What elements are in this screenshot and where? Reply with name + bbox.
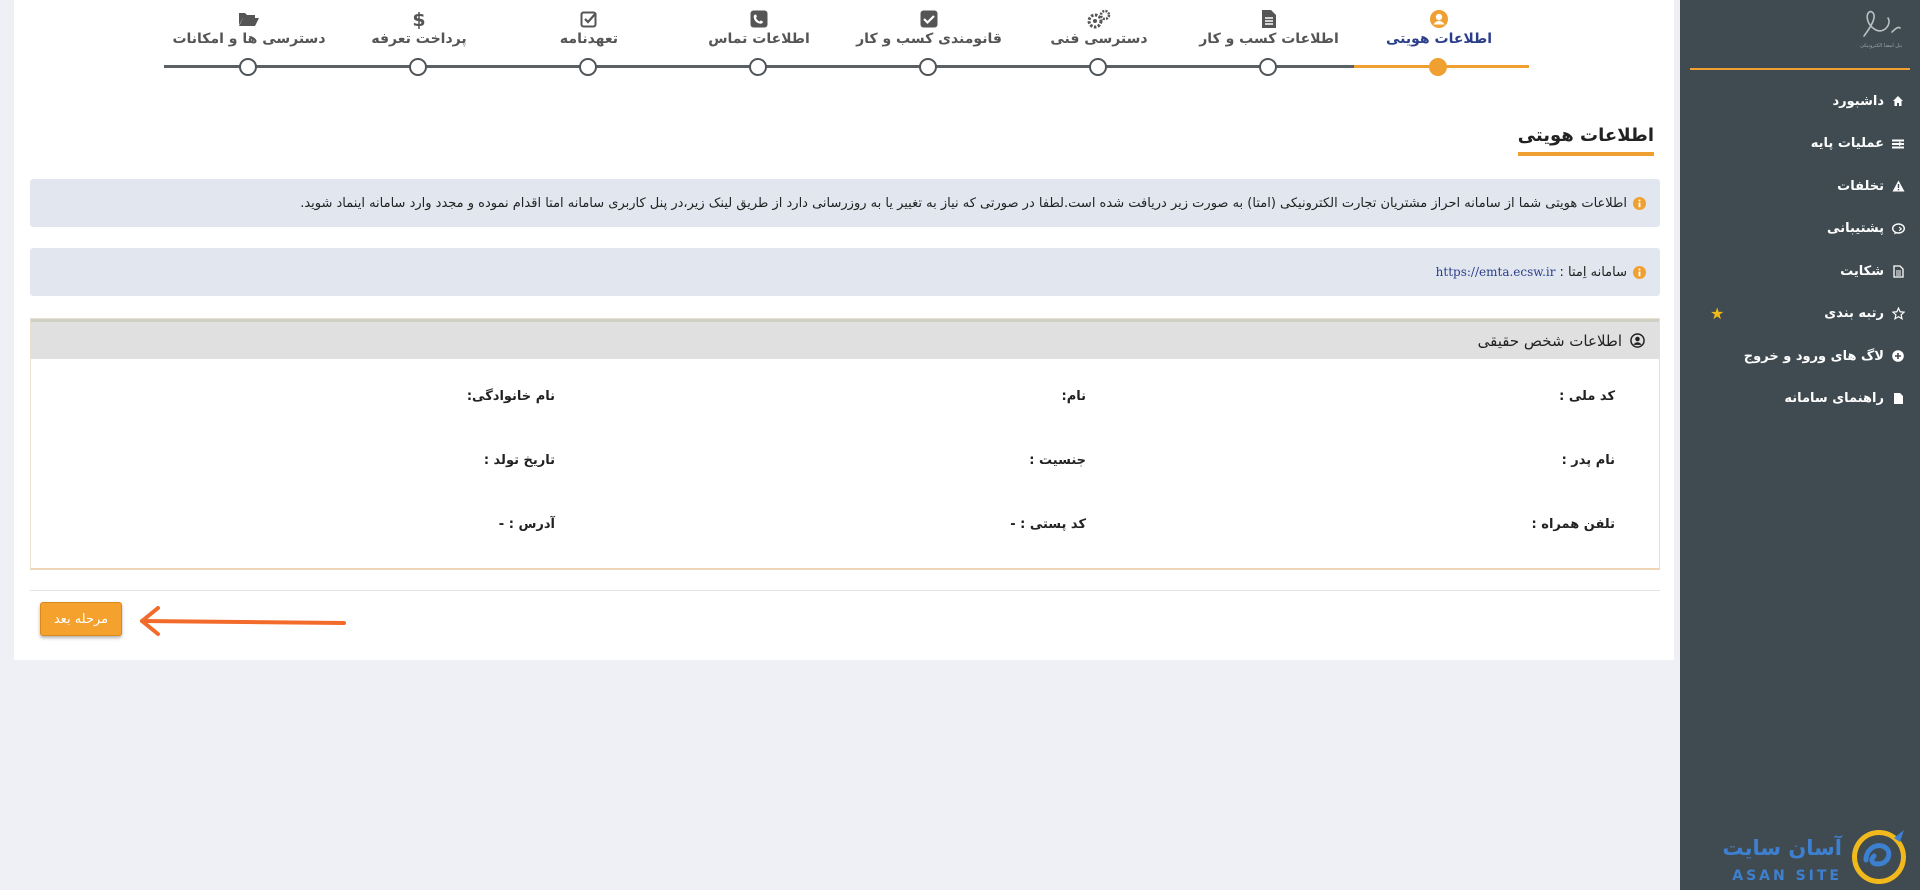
home-icon — [1890, 95, 1906, 107]
step-dot-business-compliance[interactable] — [919, 58, 937, 76]
step-label: قانومندی کسب و کار — [856, 31, 1002, 47]
emta-label: سامانه اِمتا : — [1559, 264, 1627, 280]
step-dot-business-info[interactable] — [1259, 58, 1277, 76]
sidebar-item-dashboard[interactable]: داشبورد — [1680, 80, 1920, 123]
gears-icon — [1014, 8, 1184, 30]
next-step-button[interactable]: مرحله بعد — [40, 602, 122, 636]
birth-date-field: تاریخ تولد : — [483, 453, 555, 468]
step-label: تعهدنامه — [559, 31, 619, 47]
info-alert: اطلاعات هویتی شما از سامانه احراز مشتریا… — [30, 179, 1660, 227]
main-panel: اطلاعات هویتی اطلاعات کسب و کار دسترسی ف… — [14, 0, 1674, 660]
chevron-left-icon: ‹ — [1898, 392, 1903, 406]
postal-code-field: کد پستی : - — [1010, 517, 1086, 532]
sidebar-item-ranking[interactable]: رتبه بندی ★ — [1680, 293, 1920, 336]
file-text-icon — [1184, 8, 1354, 30]
first-name-field: نام: — [1061, 389, 1087, 404]
last-name-field: نام خانوادگی: — [466, 389, 555, 404]
info-icon — [1633, 196, 1646, 210]
pointer-arrow-icon — [140, 606, 346, 636]
sidebar-item-violations[interactable]: تخلفات — [1680, 165, 1920, 208]
national-code-field: کد ملی : — [1559, 389, 1615, 404]
address-field: آدرس : - — [498, 517, 555, 532]
sidebar-item-label: راهنمای سامانه — [1784, 391, 1884, 407]
step-identity[interactable]: اطلاعات هویتی — [1354, 8, 1524, 47]
chevron-left-icon: ‹ — [1898, 222, 1903, 236]
info-text: اطلاعات هویتی شما از سامانه احراز مشتریا… — [300, 195, 1627, 211]
plus-circle-icon — [1890, 350, 1906, 363]
step-dot-tariff-payment[interactable] — [409, 58, 427, 76]
step-dot-identity[interactable] — [1429, 58, 1447, 76]
sidebar-item-basic-operations[interactable]: عملیات پایه ‹ — [1680, 123, 1920, 166]
personal-info-card: اطلاعات شخص حقیقی کد ملی : نام: نام خانو… — [30, 318, 1660, 570]
step-label: پرداخت تعرفه — [371, 31, 467, 47]
wizard-stepper: اطلاعات هویتی اطلاعات کسب و کار دسترسی ف… — [14, 0, 1674, 90]
step-dot-access-features[interactable] — [239, 58, 257, 76]
asan-site-logo-icon — [1852, 830, 1906, 884]
step-dot-technical-access[interactable] — [1089, 58, 1107, 76]
card-header: اطلاعات شخص حقیقی — [31, 319, 1659, 359]
user-circle-icon — [1354, 8, 1524, 30]
step-commitment[interactable]: تعهدنامه — [504, 8, 674, 47]
info-icon — [1633, 265, 1646, 279]
sidebar-item-label: شکایت — [1840, 263, 1884, 279]
star-filled-icon: ★ — [1710, 304, 1725, 324]
gender-field: جنسیت : — [1029, 453, 1086, 468]
step-label: اطلاعات تماس — [708, 31, 810, 47]
svg-text:$: $ — [412, 9, 425, 29]
signature-logo-icon — [1863, 10, 1901, 37]
sidebar-logo: پنل امضا الکترونیکی — [1690, 0, 1910, 70]
step-label: اطلاعات کسب و کار — [1199, 31, 1339, 47]
step-business-info[interactable]: اطلاعات کسب و کار — [1184, 8, 1354, 47]
chevron-left-icon: ‹ — [1898, 137, 1903, 151]
divider — [30, 590, 1660, 591]
sidebar-item-login-logs[interactable]: لاگ های ورود و خروج — [1680, 335, 1920, 378]
sidebar-item-support[interactable]: پشتیبانی ‹ — [1680, 208, 1920, 251]
check-square-icon — [844, 8, 1014, 30]
father-name-field: نام پدر : — [1561, 453, 1615, 468]
brand-name-en: ASAN SITE — [1732, 868, 1842, 884]
warning-icon — [1890, 180, 1906, 192]
step-access-features[interactable]: دسترسی ها و امکانات — [164, 8, 334, 47]
folder-open-icon — [164, 8, 334, 30]
step-technical-access[interactable]: دسترسی فنی — [1014, 8, 1184, 47]
brand-name-fa: آسان سایت — [1722, 836, 1842, 860]
sidebar-item-label: لاگ های ورود و خروج — [1743, 348, 1884, 364]
logo-caption: پنل امضا الکترونیکی — [1860, 43, 1902, 49]
step-business-compliance[interactable]: قانومندی کسب و کار — [844, 8, 1014, 47]
sidebar-item-label: داشبورد — [1832, 93, 1884, 109]
step-label: دسترسی فنی — [1050, 31, 1148, 47]
sidebar-item-label: تخلفات — [1837, 178, 1884, 194]
sidebar-item-system-guide[interactable]: راهنمای سامانه ‹ — [1680, 378, 1920, 421]
step-dot-contact-info[interactable] — [749, 58, 767, 76]
dollar-icon: $ — [334, 8, 504, 30]
document-icon — [1890, 265, 1906, 278]
user-circle-icon — [1630, 333, 1645, 348]
card-title: اطلاعات شخص حقیقی — [1477, 331, 1622, 350]
page-title: اطلاعات هویتی — [1517, 125, 1654, 156]
emta-alert: سامانه اِمتا : https://emta.ecsw.ir — [30, 248, 1660, 296]
sidebar-item-label: عملیات پایه — [1810, 136, 1884, 152]
emta-link[interactable]: https://emta.ecsw.ir — [1436, 265, 1556, 279]
phone-square-icon — [674, 8, 844, 30]
step-dot-commitment[interactable] — [579, 58, 597, 76]
sidebar: پنل امضا الکترونیکی داشبورد عملیات پایه … — [1680, 0, 1920, 890]
step-label: اطلاعات هویتی — [1386, 31, 1492, 47]
star-outline-icon — [1890, 307, 1906, 321]
check-square-outline-icon — [504, 8, 674, 30]
sidebar-item-label: پشتیبانی — [1827, 221, 1884, 237]
sidebar-item-complaint[interactable]: شکایت — [1680, 250, 1920, 293]
step-label: دسترسی ها و امکانات — [172, 31, 326, 47]
step-tariff-payment[interactable]: $ پرداخت تعرفه — [334, 8, 504, 47]
sidebar-item-label: رتبه بندی — [1824, 306, 1884, 322]
mobile-field: تلفن همراه : — [1531, 517, 1615, 532]
sidebar-menu: داشبورد عملیات پایه ‹ تخلفات پشتیبانی ‹ … — [1680, 70, 1920, 420]
asan-site-watermark: آسان سایت ASAN SITE — [1680, 810, 1920, 890]
step-contact-info[interactable]: اطلاعات تماس — [674, 8, 844, 47]
